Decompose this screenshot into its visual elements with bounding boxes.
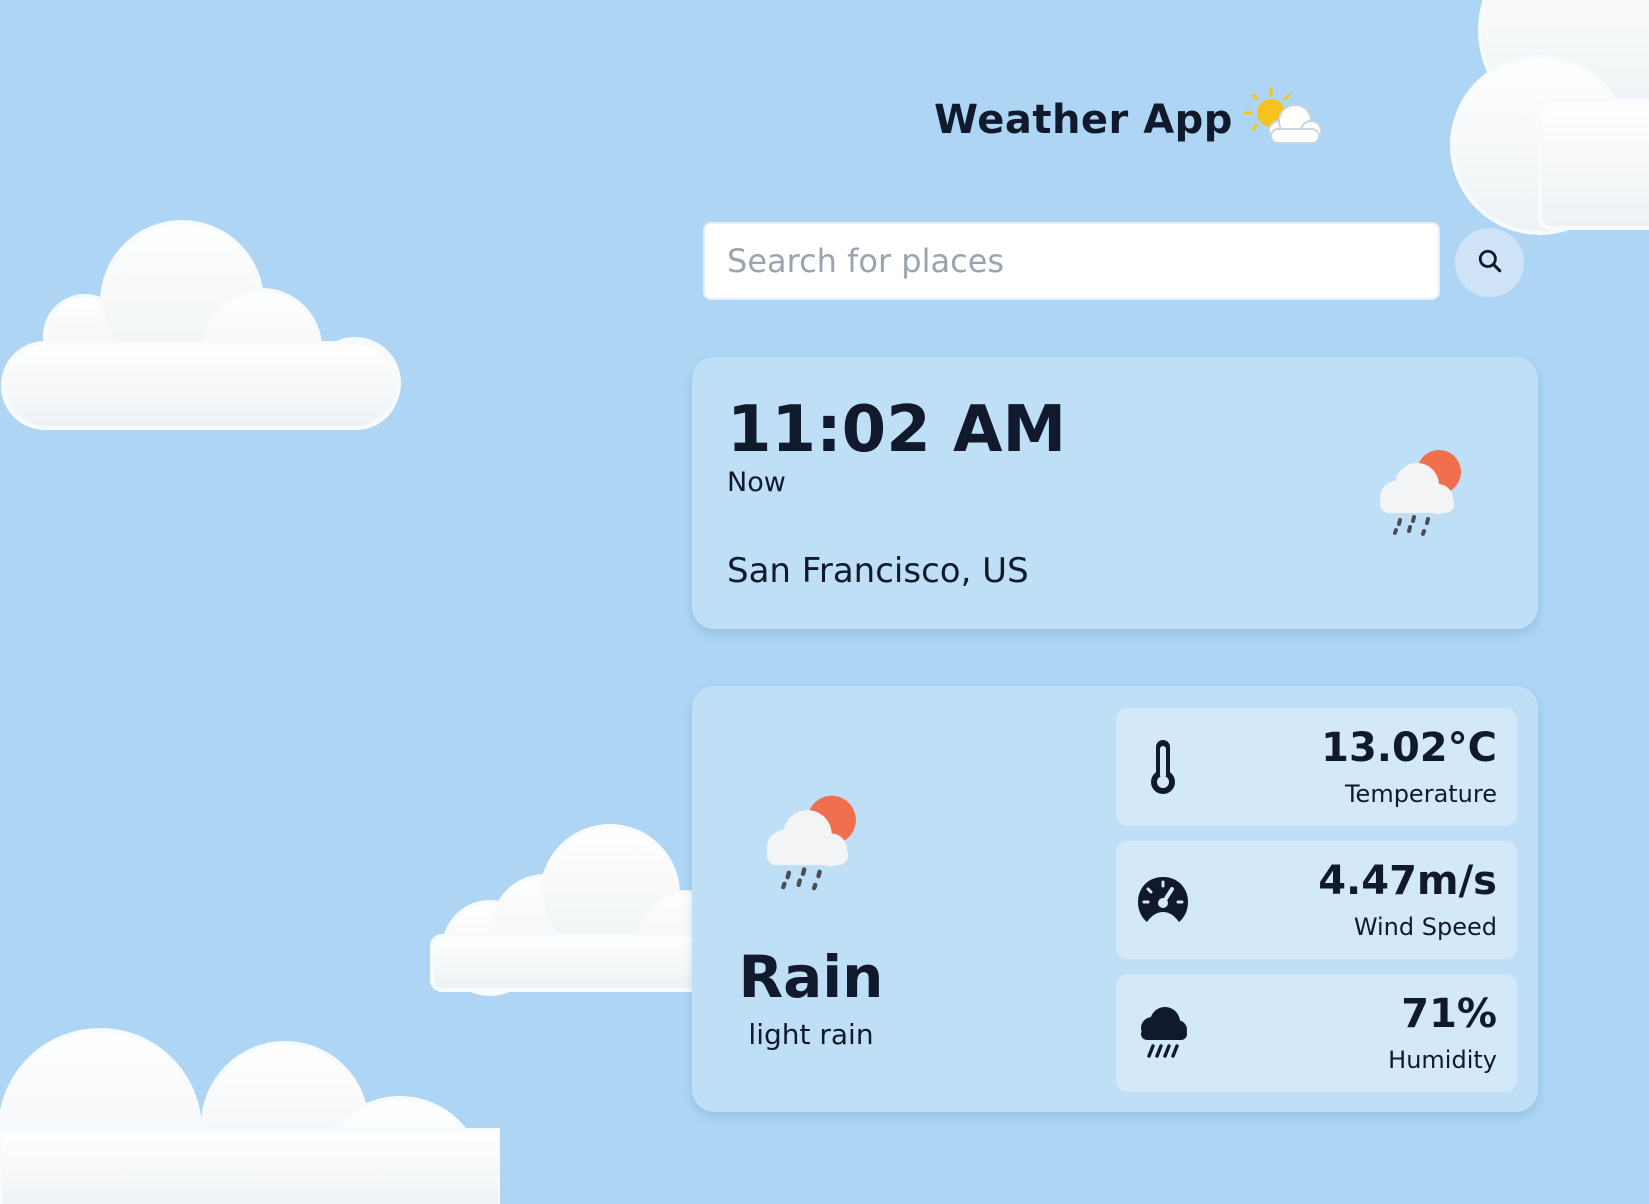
current-time: 11:02 AM [727, 393, 1067, 467]
weather-condition: Rain [738, 943, 884, 1011]
cloud-decoration-top-right [1450, 0, 1649, 235]
app-title: Weather App [934, 97, 1233, 143]
temperature-label: Temperature [1344, 780, 1497, 808]
search-button[interactable] [1455, 228, 1524, 297]
cloud-decoration-middle [430, 824, 730, 996]
wind-speed-stat: 4.47m/s Wind Speed [1116, 841, 1517, 959]
temperature-value: 13.02°C [1321, 725, 1497, 771]
cloud-decoration-left [1, 220, 401, 430]
temperature-stat: 13.02°C Temperature [1116, 708, 1517, 826]
app-header: Weather App [934, 80, 1327, 160]
thermometer-icon [1136, 738, 1190, 800]
wind-speed-label: Wind Speed [1353, 913, 1497, 941]
wind-speed-value: 4.47m/s [1318, 858, 1497, 904]
speedometer-icon [1136, 871, 1190, 933]
humidity-value: 71% [1401, 991, 1497, 1037]
humidity-label: Humidity [1388, 1046, 1497, 1074]
weather-details-card: Rain light rain 13.02°C Temperature 4.47… [692, 686, 1538, 1112]
now-label: Now [727, 467, 786, 498]
rain-sun-icon [758, 792, 868, 896]
rain-sun-icon [1372, 447, 1472, 541]
humidity-stat: 71% Humidity [1116, 974, 1517, 1092]
weather-description: light rain [748, 1018, 874, 1051]
location-name: San Francisco, US [727, 551, 1029, 591]
rain-cloud-icon [1136, 1004, 1190, 1066]
search-icon [1477, 248, 1503, 277]
search-input[interactable] [703, 222, 1440, 300]
cloud-decoration-bottom-left [0, 1028, 500, 1204]
sun-cloud-icon [1241, 85, 1327, 155]
current-weather-card: 11:02 AM Now San Francisco, US [692, 357, 1538, 629]
